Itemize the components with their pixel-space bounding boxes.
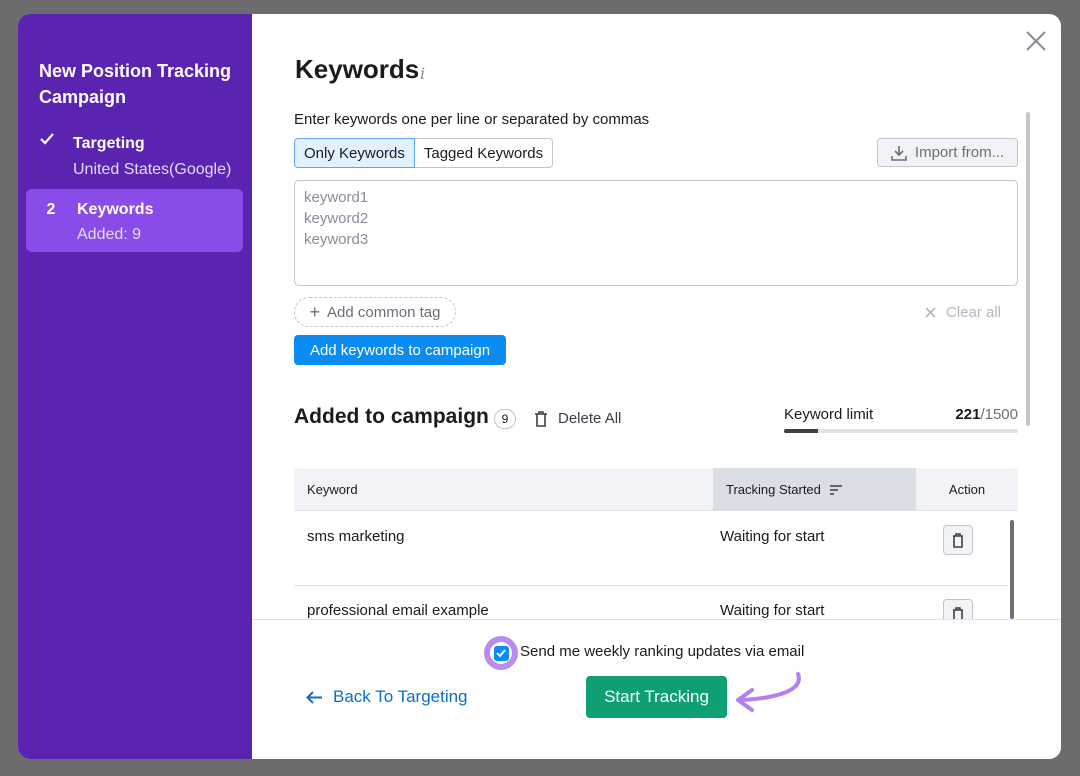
keyword-cell: sms marketing xyxy=(307,528,405,545)
column-keyword[interactable]: Keyword xyxy=(307,468,358,511)
keyword-limit-label: Keyword limit xyxy=(784,406,874,423)
sidebar: New Position Tracking Campaign Targeting… xyxy=(18,14,252,759)
table-row: professional email example Waiting for s… xyxy=(294,586,1008,619)
scrollbar[interactable] xyxy=(1026,112,1030,426)
keyword-mode-toggle: Only Keywords Tagged Keywords xyxy=(294,138,554,168)
table-header: Keyword Tracking Started Action xyxy=(294,468,1018,511)
step-label: Keywords xyxy=(77,201,154,218)
trash-icon xyxy=(535,410,547,427)
weekly-updates-label[interactable]: Send me weekly ranking updates via email xyxy=(520,643,804,660)
clear-all-button[interactable]: Clear all xyxy=(925,304,1001,321)
campaign-modal: New Position Tracking Campaign Targeting… xyxy=(18,14,1061,759)
step-number: 2 xyxy=(46,201,56,218)
modal-footer: Send me weekly ranking updates via email… xyxy=(252,619,1061,759)
clear-all-label: Clear all xyxy=(946,304,1002,321)
trash-icon xyxy=(953,532,963,548)
step-sub: United States(Google) xyxy=(73,161,232,178)
keywords-table: Keyword Tracking Started Action sms mark… xyxy=(294,468,1018,619)
step-sub: Added: 9 xyxy=(77,226,142,243)
start-tracking-button[interactable]: Start Tracking xyxy=(586,676,727,718)
sort-icon xyxy=(829,484,842,495)
delete-all-label: Delete All xyxy=(558,410,622,427)
plus-icon: + xyxy=(309,301,321,322)
delete-row-button[interactable] xyxy=(943,525,973,555)
table-row: sms marketing Waiting for start xyxy=(294,512,1008,586)
check-icon xyxy=(38,132,56,150)
download-icon xyxy=(891,145,907,161)
arrow-left-icon xyxy=(306,690,322,704)
added-to-campaign-title: Added to campaign xyxy=(294,405,489,428)
close-icon xyxy=(1026,31,1046,51)
weekly-updates-checkbox[interactable] xyxy=(484,636,518,670)
status-cell: Waiting for start xyxy=(720,528,825,545)
add-common-tag-button[interactable]: + Add common tag xyxy=(294,297,456,327)
add-keywords-button[interactable]: Add keywords to campaign xyxy=(294,335,506,365)
pointer-arrow-icon xyxy=(736,672,801,712)
placeholder-line: keyword2 xyxy=(304,210,369,227)
placeholder-line: keyword1 xyxy=(304,189,369,206)
keyword-limit-bar xyxy=(784,429,1018,433)
tab-tagged-keywords[interactable]: Tagged Keywords xyxy=(414,138,554,168)
column-tracking-started[interactable]: Tracking Started xyxy=(713,468,916,511)
trash-icon xyxy=(953,606,963,619)
keyword-count-badge: 9 xyxy=(494,409,516,429)
import-button[interactable]: Import from... xyxy=(877,138,1018,167)
info-icon[interactable]: i xyxy=(420,64,425,83)
keyword-limit-value: 221/1500 xyxy=(955,406,1018,423)
sidebar-step-keywords[interactable]: 2 Keywords Added: 9 xyxy=(26,189,243,252)
close-button[interactable] xyxy=(1024,29,1048,53)
add-tag-label: Add common tag xyxy=(327,303,441,321)
close-icon xyxy=(925,307,936,318)
column-action: Action xyxy=(948,482,986,497)
table-scrollbar[interactable] xyxy=(1010,520,1014,619)
keyword-cell: professional email example xyxy=(307,602,489,619)
back-to-targeting-link[interactable]: Back To Targeting xyxy=(306,687,468,707)
tab-only-keywords[interactable]: Only Keywords xyxy=(294,138,415,168)
delete-all-button[interactable]: Delete All xyxy=(534,410,621,427)
keyword-limit-fill xyxy=(784,429,819,433)
step-label: Targeting xyxy=(73,135,145,152)
keywords-hint: Enter keywords one per line or separated… xyxy=(294,111,650,128)
status-cell: Waiting for start xyxy=(720,602,825,619)
back-label: Back To Targeting xyxy=(333,687,468,706)
main-panel: Keywords i Enter keywords one per line o… xyxy=(252,14,1061,759)
sidebar-title: New Position Tracking Campaign xyxy=(39,61,232,107)
import-label: Import from... xyxy=(914,144,1005,161)
checkmark-icon xyxy=(493,645,509,661)
placeholder-line: keyword3 xyxy=(304,231,369,248)
page-title: Keywords xyxy=(295,54,420,84)
delete-row-button[interactable] xyxy=(943,599,973,619)
keywords-textarea[interactable]: keyword1 keyword2 keyword3 xyxy=(294,180,1018,286)
